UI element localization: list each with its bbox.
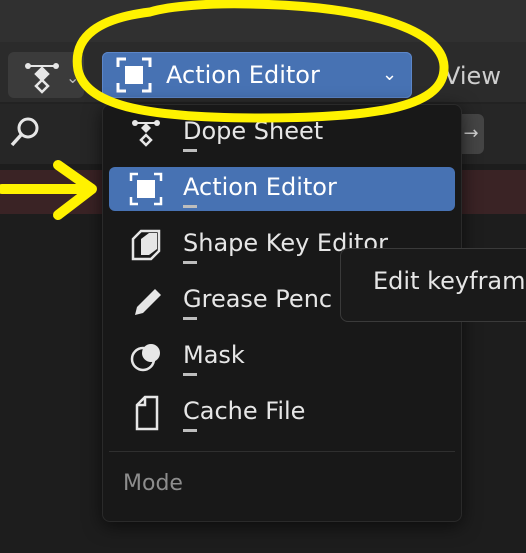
chevron-down-icon: ⌄ bbox=[66, 68, 80, 87]
action-editor-icon bbox=[116, 57, 152, 93]
menu-item-label: Mask bbox=[183, 341, 245, 369]
grease-pencil-icon bbox=[135, 289, 161, 315]
shape-key-editor-icon bbox=[131, 229, 161, 261]
editor-type-button[interactable]: ⌄ bbox=[8, 52, 84, 98]
tooltip-text: Edit keyfram bbox=[373, 267, 526, 295]
menu-item-cache-file[interactable]: Cache File bbox=[109, 391, 455, 435]
menu-item-mask[interactable]: Mask bbox=[109, 335, 455, 379]
mnemonic-underline bbox=[183, 261, 197, 264]
view-menu[interactable]: View bbox=[444, 62, 501, 90]
top-bar bbox=[0, 0, 526, 42]
mnemonic-underline bbox=[183, 317, 197, 320]
menu-item-action-editor[interactable]: Action Editor bbox=[109, 167, 455, 211]
mnemonic-underline bbox=[183, 149, 197, 152]
dope-sheet-icon bbox=[132, 120, 160, 147]
menu-item-label: Dope Sheet bbox=[183, 117, 324, 145]
mnemonic-underline bbox=[183, 429, 197, 432]
tooltip: Edit keyfram bbox=[340, 248, 526, 322]
menu-item-label: Cache File bbox=[183, 397, 306, 425]
right-arrow-icon: → bbox=[463, 123, 479, 144]
menu-separator bbox=[109, 451, 455, 452]
menu-item-label: Action Editor bbox=[183, 173, 337, 201]
action-editor-icon bbox=[129, 172, 163, 206]
cache-file-icon bbox=[135, 395, 159, 431]
dope-sheet-icon bbox=[25, 63, 59, 94]
mask-icon bbox=[130, 344, 160, 372]
menu-section-label: Mode bbox=[123, 471, 183, 496]
mnemonic-underline bbox=[183, 205, 197, 208]
mnemonic-underline bbox=[183, 373, 197, 376]
chevron-down-icon: ⌄ bbox=[382, 64, 398, 85]
menu-item-dope-sheet[interactable]: Dope Sheet bbox=[109, 111, 455, 155]
mode-dropdown-label: Action Editor bbox=[166, 61, 320, 89]
search-icon[interactable] bbox=[8, 114, 44, 150]
menu-item-label: Grease Penc bbox=[183, 285, 333, 313]
mode-dropdown[interactable]: Action Editor ⌄ bbox=[102, 52, 412, 98]
